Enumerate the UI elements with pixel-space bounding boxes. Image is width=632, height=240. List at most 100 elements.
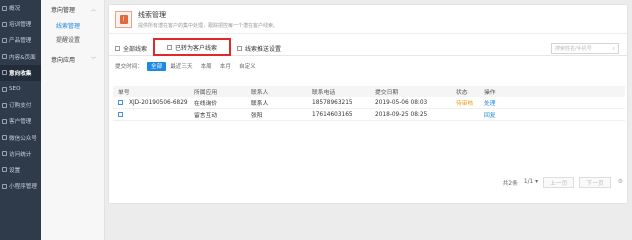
- main-sidebar: 概况 培训管理 产品管理 内容&页面 意向收集 SEO 订购支付 客户管理 微信…: [0, 0, 41, 240]
- nav-item-seo[interactable]: SEO: [0, 81, 41, 97]
- prev-page-button[interactable]: 上一页: [542, 176, 575, 188]
- cell-contact: 张阳: [251, 113, 263, 119]
- filter-last-3-days[interactable]: 最近三天: [166, 62, 196, 71]
- row-icon: [118, 100, 123, 105]
- col-phone: 联系电话: [312, 90, 336, 96]
- col-app: 所属应用: [194, 90, 218, 96]
- subnav-item-reminder[interactable]: 提醒设置: [41, 32, 104, 46]
- chevron-up-icon: ︿: [90, 6, 96, 13]
- cell-id: XJD-20190506-6829: [129, 99, 188, 106]
- training-icon: [2, 21, 7, 27]
- tab-label: 已转为客户线索: [175, 44, 218, 52]
- reply-link[interactable]: 回复: [484, 110, 544, 119]
- col-action: 操作: [484, 90, 496, 96]
- leads-icon: !: [115, 10, 132, 28]
- nav-label: 订购支付: [9, 103, 32, 110]
- status-badge: 待审核: [456, 101, 474, 107]
- col-date: 提交日期: [375, 90, 399, 96]
- tab-converted-leads[interactable]: 已转为客户线索: [153, 38, 232, 56]
- subnav-group-intent-apps[interactable]: 意向应用 ﹀: [41, 50, 104, 68]
- subnav-group-label: 意向应用: [51, 56, 76, 64]
- search-input[interactable]: 搜索姓名/手机号 ⌕: [551, 43, 619, 54]
- filter-this-week[interactable]: 本周: [197, 62, 216, 71]
- subnav-item-leads[interactable]: 线索管理: [41, 18, 104, 32]
- nav-label: SEO: [9, 86, 21, 93]
- col-contact: 联系人: [251, 90, 269, 96]
- nav-label: 小程序管理: [9, 184, 37, 191]
- settings-icon: [237, 45, 243, 51]
- cell-app: 在线询价: [194, 101, 218, 107]
- filter-custom[interactable]: 自定义: [235, 62, 260, 71]
- tab-label: 线索推送设置: [245, 45, 282, 53]
- row-icon: [118, 112, 123, 117]
- tab-all-leads[interactable]: 全部线索: [109, 41, 153, 56]
- nav-item-customer[interactable]: 客户管理: [0, 113, 41, 129]
- nav-label: 微信公众号: [9, 135, 37, 142]
- col-id: 单号: [118, 90, 130, 96]
- wechat-icon: [2, 135, 7, 141]
- nav-item-wechat[interactable]: 微信公众号: [0, 130, 41, 146]
- nav-label: 意向收集: [9, 70, 32, 77]
- nav-item-stats[interactable]: 访问统计: [0, 146, 41, 162]
- page-selector[interactable]: 1/1 ▾: [524, 179, 538, 185]
- subnav-group-intent-manage[interactable]: 意向管理 ︿: [41, 0, 104, 18]
- page-description: 提供所有潜在客户的集中处理，跟踪把控每一个潜在客户线索。: [138, 22, 279, 29]
- lead-tabs: 全部线索 已转为客户线索 线索推送设置 搜索姓名/手机号 ⌕: [109, 38, 627, 56]
- process-link[interactable]: 处理: [484, 98, 544, 107]
- filter-label: 提交时间：: [115, 64, 143, 70]
- page-title: 线索管理: [138, 10, 166, 19]
- col-status: 状态: [456, 90, 468, 96]
- sub-sidebar: 意向管理 ︿ 线索管理 提醒设置 意向应用 ﹀: [41, 0, 105, 240]
- seo-icon: [2, 86, 7, 92]
- pagination: 共2条 1/1 ▾ 上一页 下一页 ⚙: [503, 176, 623, 188]
- settings-icon: [2, 167, 7, 173]
- customer-icon: [2, 118, 7, 124]
- nav-item-settings[interactable]: 设置: [0, 162, 41, 178]
- table-row: XJD-20190506-6829 在线询价 联系人 18578963215 2…: [113, 97, 625, 109]
- nav-item-miniprogram[interactable]: 小程序管理: [0, 178, 41, 194]
- info-header: ! 线索管理 提供所有潜在客户的集中处理，跟踪把控每一个潜在客户线索。: [109, 5, 627, 34]
- cell-contact: 联系人: [251, 101, 269, 107]
- leads-panel: ! 线索管理 提供所有潜在客户的集中处理，跟踪把控每一个潜在客户线索。 全部线索…: [108, 4, 628, 204]
- nav-label: 培训管理: [9, 22, 32, 29]
- list-icon: [167, 44, 173, 50]
- page-indicator: 1/1: [523, 179, 534, 185]
- search-placeholder: 搜索姓名/手机号: [555, 46, 592, 52]
- chevron-down-icon: ﹀: [90, 56, 96, 63]
- nav-item-product[interactable]: 产品管理: [0, 32, 41, 48]
- gear-icon[interactable]: ⚙: [618, 179, 623, 185]
- total-count: 共2条: [502, 180, 518, 187]
- cell-phone: 17614603165: [312, 111, 353, 118]
- overview-icon: [2, 5, 7, 11]
- filter-this-month[interactable]: 本月: [216, 62, 235, 71]
- nav-item-content[interactable]: 内容&页面: [0, 49, 41, 65]
- list-icon: [115, 45, 120, 51]
- nav-item-training[interactable]: 培训管理: [0, 16, 41, 32]
- tab-label: 全部线索: [123, 45, 148, 53]
- tab-push-settings[interactable]: 线索推送设置: [231, 41, 287, 56]
- nav-label: 产品管理: [9, 38, 32, 45]
- nav-label: 设置: [9, 167, 21, 174]
- intent-icon: [2, 70, 7, 76]
- search-icon: ⌕: [612, 45, 615, 52]
- nav-item-intent[interactable]: 意向收集: [0, 64, 41, 81]
- stats-icon: [2, 151, 7, 157]
- table-header: 单号 所属应用 联系人 联系电话 提交日期 状态 操作: [113, 86, 625, 97]
- nav-item-payment[interactable]: 订购支付: [0, 97, 41, 113]
- nav-item-overview[interactable]: 概况: [0, 0, 41, 16]
- time-filter: 提交时间： 全部 最近三天 本周 本月 自定义: [111, 61, 260, 71]
- content-icon: [2, 54, 7, 60]
- cell-date: 2019-05-06 08:03: [375, 99, 428, 106]
- nav-label: 内容&页面: [9, 54, 36, 61]
- cell-date: 2018-09-25 08:25: [375, 111, 428, 118]
- nav-label: 客户管理: [9, 119, 32, 126]
- cell-phone: 18578963215: [312, 99, 353, 106]
- next-page-button[interactable]: 下一页: [579, 176, 611, 188]
- leads-table: 单号 所属应用 联系人 联系电话 提交日期 状态 操作 XJD-20190506…: [113, 86, 625, 121]
- subnav-group-label: 意向管理: [51, 6, 76, 14]
- nav-label: 概况: [9, 6, 21, 13]
- chevron-down-icon: ▾: [535, 179, 538, 185]
- payment-icon: [2, 102, 7, 108]
- filter-all[interactable]: 全部: [146, 61, 167, 71]
- product-icon: [2, 37, 7, 43]
